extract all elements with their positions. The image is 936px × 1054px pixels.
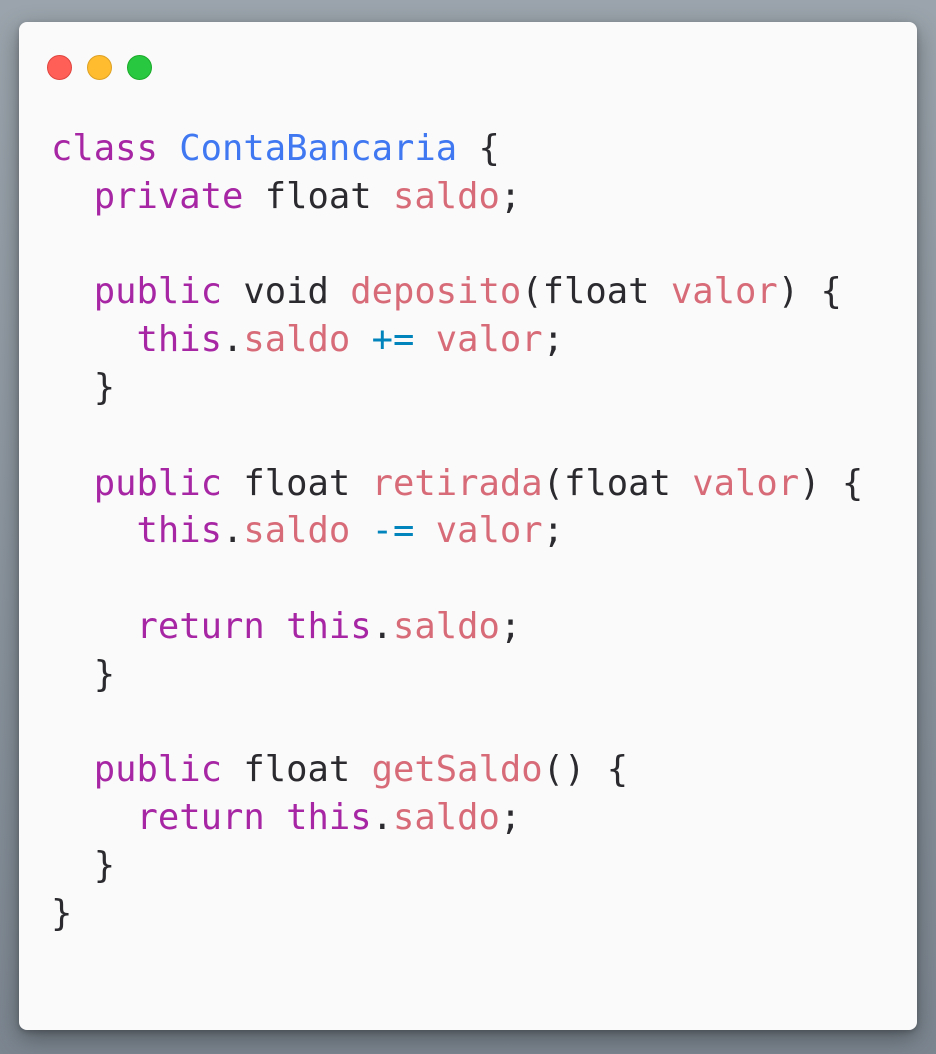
code-block: class ContaBancaria { private float sald… (51, 125, 863, 938)
code-token: ; (542, 510, 564, 552)
code-token: valor (435, 510, 543, 552)
code-line: public void deposito(float valor) { (51, 268, 863, 316)
code-line: private float saldo; (51, 173, 863, 221)
code-token: return (136, 605, 265, 647)
code-token: valor (435, 319, 543, 361)
code-token: public (93, 271, 222, 313)
code-token: void (222, 271, 351, 313)
code-token: += (371, 319, 415, 361)
code-token: valor (670, 271, 778, 313)
code-token: } (51, 366, 116, 408)
code-token: public (93, 749, 222, 791)
code-token: . (371, 605, 393, 647)
code-token: saldo (393, 175, 500, 217)
code-token: this (286, 797, 372, 839)
code-token: this (286, 605, 372, 647)
code-token: getSaldo (371, 749, 543, 791)
code-token: retirada (371, 462, 543, 504)
window-controls (47, 55, 152, 80)
code-token: -= (371, 510, 415, 552)
code-line: public float getSaldo() { (51, 746, 863, 794)
code-token: ) { (799, 462, 864, 504)
code-line: } (51, 842, 863, 890)
code-window: class ContaBancaria { private float sald… (19, 22, 917, 1030)
code-line: this.saldo += valor; (51, 316, 863, 364)
code-token: { (457, 128, 500, 169)
code-token: float (222, 749, 372, 791)
code-token: public (93, 462, 222, 504)
code-token: saldo (393, 797, 500, 839)
code-token: ; (499, 797, 522, 839)
code-token: this (136, 319, 223, 361)
code-line: public float retirada(float valor) { (51, 460, 863, 508)
code-token: saldo (393, 605, 500, 647)
code-token: this (136, 510, 223, 552)
code-token: ; (499, 175, 522, 217)
code-token: (float (521, 271, 671, 313)
code-line: class ContaBancaria { (51, 125, 863, 173)
close-button[interactable] (47, 55, 72, 80)
code-token: saldo (243, 319, 351, 361)
code-line: } (51, 364, 863, 412)
code-line: return this.saldo; (51, 603, 863, 651)
code-token: float (222, 462, 372, 504)
code-token: . (222, 319, 244, 361)
code-line: return this.saldo; (51, 794, 863, 842)
code-line: this.saldo -= valor; (51, 507, 863, 555)
code-token: ContaBancaria (179, 128, 458, 169)
code-token: } (51, 892, 73, 934)
code-line: } (51, 651, 863, 699)
code-line: } (51, 890, 863, 938)
minimize-button[interactable] (87, 55, 112, 80)
zoom-button[interactable] (127, 55, 152, 80)
code-token: ; (542, 319, 564, 361)
code-token: (float (542, 462, 693, 504)
code-token: deposito (350, 271, 522, 313)
code-token: valor (692, 462, 800, 504)
code-token: } (51, 844, 116, 886)
code-token: ) { (777, 271, 842, 313)
code-token: ; (499, 605, 522, 647)
code-token: saldo (243, 510, 351, 552)
code-token: float (243, 175, 393, 217)
code-token: . (222, 510, 244, 552)
code-token: class (51, 128, 158, 169)
code-token: private (93, 175, 244, 217)
code-token: return (136, 797, 265, 839)
code-token: } (51, 653, 116, 695)
code-token: . (371, 797, 393, 839)
code-token: () { (542, 749, 629, 791)
